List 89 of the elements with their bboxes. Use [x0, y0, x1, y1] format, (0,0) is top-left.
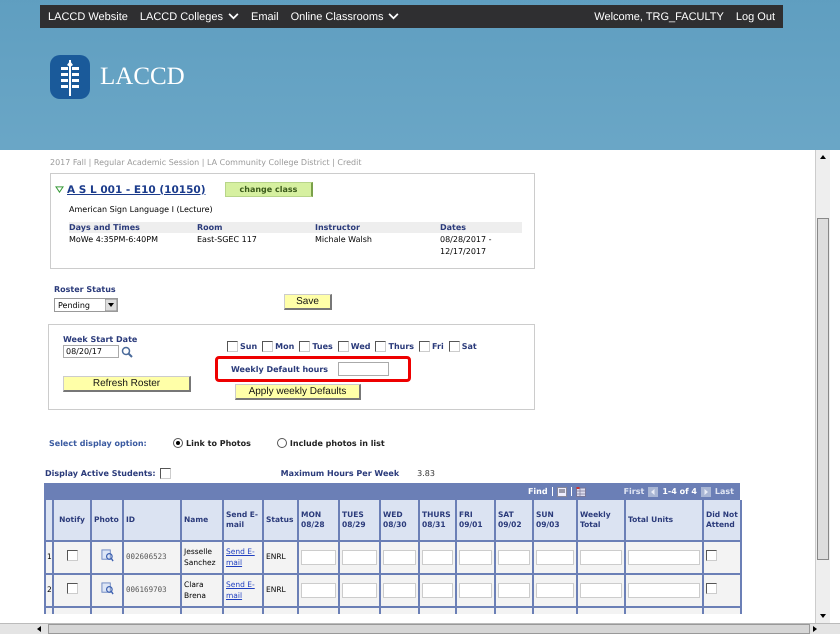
notify-checkbox[interactable]: [66, 550, 78, 562]
did-not-attend-checkbox[interactable]: [706, 550, 717, 562]
hours-input-field[interactable]: [628, 550, 700, 565]
max-hours-label: Maximum Hours Per Week: [280, 469, 400, 478]
radio-button[interactable]: [276, 438, 287, 448]
hours-input-field[interactable]: [342, 550, 377, 565]
day-checkbox[interactable]: [375, 341, 386, 352]
nav-link[interactable]: LACCD Colleges: [140, 10, 240, 22]
search-icon[interactable]: [121, 346, 133, 358]
nav-link[interactable]: Online Classrooms: [290, 10, 400, 22]
course-description: American Sign Language I (Lecture): [69, 205, 214, 214]
day-label: Mon: [275, 342, 294, 351]
notify-checkbox[interactable]: [66, 583, 78, 594]
day-label: Tues: [312, 342, 333, 351]
hours-input-field[interactable]: [459, 583, 492, 598]
find-link[interactable]: Find: [528, 487, 548, 496]
dropdown-arrow-icon: [105, 299, 117, 311]
column-header: Dates: [440, 223, 468, 232]
spreadsheet-icon[interactable]: [576, 486, 586, 496]
weekly-default-hours-label: Weekly Default hours: [231, 364, 328, 374]
hours-input-field[interactable]: [383, 583, 416, 598]
day-checkbox[interactable]: [419, 341, 430, 352]
hours-input-field[interactable]: [628, 583, 700, 598]
expand-triangle-icon[interactable]: [55, 186, 64, 193]
day-checkbox[interactable]: [262, 341, 274, 352]
hours-input-field[interactable]: [536, 550, 574, 565]
day-checkbox[interactable]: [338, 341, 349, 352]
roster-status-label: Roster Status: [54, 285, 117, 294]
hours-input-field[interactable]: [536, 583, 574, 598]
save-button[interactable]: Save: [284, 294, 332, 310]
hours-input-field[interactable]: [342, 583, 377, 598]
hours-input-field[interactable]: [580, 550, 622, 565]
apply-defaults-button[interactable]: Apply weekly Defaults: [235, 384, 361, 400]
max-hours-value: 3.83: [417, 469, 435, 478]
nav-link[interactable]: LACCD Website: [48, 10, 128, 22]
vertical-scrollbar[interactable]: [815, 150, 830, 623]
schedule-cell-text: Michale Walsh: [315, 234, 373, 246]
day-checkbox[interactable]: [227, 341, 238, 352]
last-label: Last: [714, 487, 734, 496]
radio-label: Link to Photos: [186, 438, 251, 448]
day-label: Wed: [350, 342, 370, 351]
day-label: Sat: [462, 342, 477, 351]
zoom-grid-icon[interactable]: [556, 486, 567, 496]
day-checkbox[interactable]: [299, 341, 310, 352]
radio-label: Include photos in list: [290, 438, 385, 448]
schedule-cell-text: MoWe 4:35PM-6:40PM: [69, 234, 159, 246]
scrollbar-thumb[interactable]: [817, 218, 829, 560]
day-label: Thurs: [388, 342, 414, 351]
hours-input-field[interactable]: [580, 583, 622, 598]
display-active-checkbox[interactable]: [160, 468, 171, 479]
radio-button[interactable]: [173, 438, 183, 448]
class-title-link[interactable]: A S L 001 - E10 (10150): [67, 184, 206, 196]
week-start-label: Week Start Date: [63, 335, 138, 344]
hours-input-field[interactable]: [498, 583, 530, 598]
display-option-label: Select display option:: [49, 438, 148, 448]
roster-status-dropdown[interactable]: Pending: [54, 298, 118, 312]
welcome-text: Welcome, TRG_FACULTY: [594, 10, 724, 22]
wheat-logo-icon: [50, 55, 90, 99]
breadcrumb-text: 2017 Fall | Regular Academic Session | LA Community College District | Credit: [50, 158, 362, 167]
change-class-button[interactable]: change class: [224, 182, 314, 197]
photo-link-icon[interactable]: [100, 582, 114, 596]
day-label: Sun: [240, 342, 258, 351]
did-not-attend-checkbox[interactable]: [706, 583, 717, 594]
day-checkbox[interactable]: [448, 341, 460, 352]
hours-input-field[interactable]: [301, 583, 336, 598]
logout-link[interactable]: Log Out: [736, 10, 775, 22]
first-label: First: [624, 487, 644, 496]
date-field[interactable]: 08/20/17: [63, 345, 119, 358]
horizontal-scrollbar[interactable]: [0, 623, 840, 634]
refresh-roster-button[interactable]: Refresh Roster: [63, 376, 191, 392]
photo-link-icon[interactable]: [100, 549, 114, 562]
hours-input-field[interactable]: [459, 550, 492, 565]
row-range: 1-4 of 4: [662, 487, 697, 496]
display-active-label: Display Active Students:: [45, 469, 156, 478]
hours-input-field[interactable]: [422, 583, 453, 598]
schedule-cell-text: 08/28/2017 - 12/17/2017: [440, 234, 493, 258]
schedule-cell-text: East-SGEC 117: [197, 234, 258, 246]
column-header: Instructor: [315, 223, 361, 232]
hours-input-field[interactable]: [383, 550, 416, 565]
logo-text: LACCD: [100, 63, 185, 91]
column-header: Room: [197, 223, 224, 232]
nav-link[interactable]: Email: [251, 10, 279, 22]
hours-input-field[interactable]: [301, 550, 336, 565]
hours-input-field[interactable]: [498, 550, 530, 565]
hours-input-field[interactable]: [338, 362, 390, 376]
column-header: Days and Times: [69, 223, 141, 232]
scrollbar-thumb[interactable]: [48, 624, 810, 634]
hours-input-field[interactable]: [422, 550, 453, 565]
day-label: Fri: [432, 342, 444, 351]
